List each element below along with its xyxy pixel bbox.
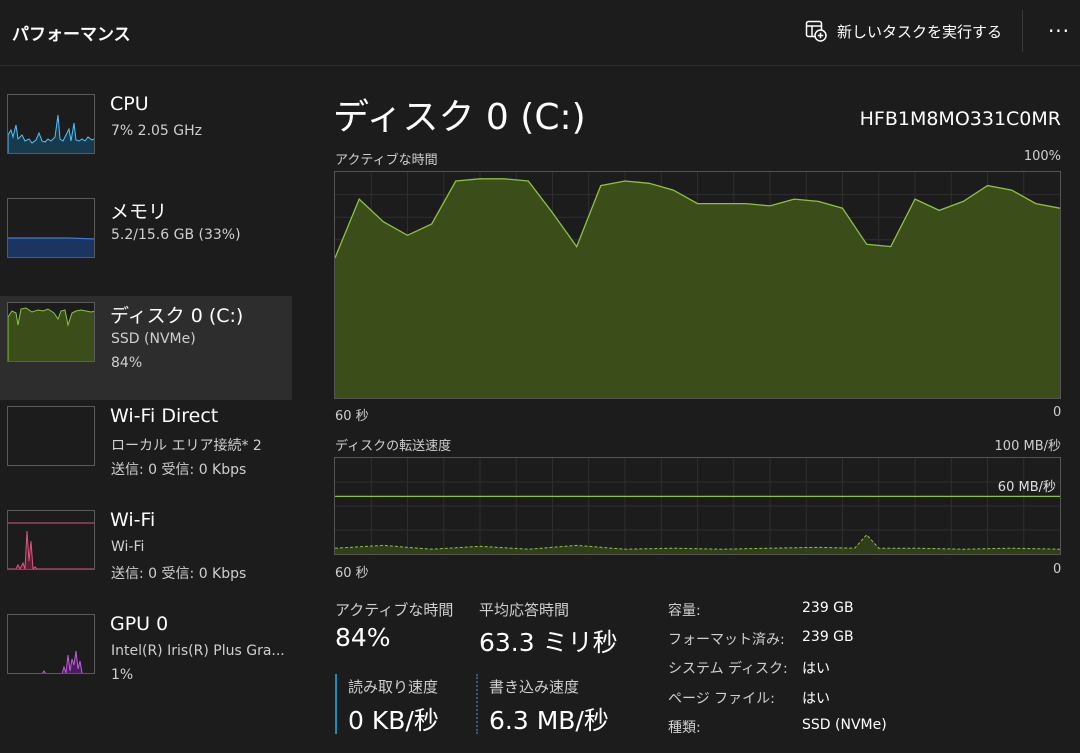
- active-time-stat-value: 84%: [335, 623, 391, 652]
- transfer-rate-chart-svg: [335, 458, 1060, 554]
- sidebar-item-disk[interactable]: ディスク 0 (C:) SSD (NVMe) 84%: [0, 296, 292, 400]
- avg-response-stat-label: 平均応答時間: [479, 601, 570, 619]
- transfer-rate-chart: [334, 457, 1061, 555]
- transfer-chart-label: ディスクの転送速度: [335, 439, 452, 454]
- active-time-area: [335, 178, 1060, 398]
- sidebar-item-cpu[interactable]: CPU 7% 2.05 GHz: [0, 88, 292, 192]
- sidebar-item-wifi-direct[interactable]: Wi-Fi Direct ローカル エリア接続* 2 送信: 0 受信: 0 K…: [0, 400, 292, 504]
- sidebar-item-memory[interactable]: メモリ 5.2/15.6 GB (33%): [0, 192, 292, 296]
- active-time-chart-svg: [335, 172, 1060, 398]
- sidebar-item-usage: 84%: [111, 355, 143, 371]
- read-speed-value: 0 KB/秒: [348, 706, 439, 735]
- disk-thumbnail-graph: [7, 302, 95, 362]
- system-disk-value: はい: [802, 661, 830, 677]
- sidebar-item-detail: Intel(R) Iris(R) Plus Gra...: [111, 643, 285, 659]
- read-speed-label: 読み取り速度: [348, 678, 439, 696]
- sidebar-item-wifi[interactable]: Wi-Fi Wi-Fi 送信: 0 受信: 0 Kbps: [0, 504, 292, 608]
- run-new-task-button[interactable]: 新しいタスクを実行する: [805, 16, 1002, 46]
- sidebar-item-name: Wi-Fi: [110, 509, 156, 531]
- type-label: 種類:: [668, 720, 701, 736]
- sidebar-item-name: Wi-Fi Direct: [110, 405, 219, 427]
- formatted-value: 239 GB: [802, 629, 854, 645]
- cpu-thumbnail-graph: [7, 94, 95, 154]
- disk-title: ディスク 0 (C:): [333, 97, 586, 138]
- page-file-value: はい: [802, 691, 830, 707]
- resource-sidebar: CPU 7% 2.05 GHz メモリ 5.2/15.6 GB (33%) ディ…: [0, 88, 292, 712]
- transfer-reference-label: 60 MB/秒: [997, 480, 1056, 495]
- active-time-max-label: 100%: [1023, 149, 1061, 164]
- page-file-label: ページ ファイル:: [668, 691, 775, 707]
- sidebar-item-detail: SSD (NVMe): [111, 331, 196, 347]
- ellipsis-icon: ···: [1047, 19, 1071, 43]
- active-time-chart: [334, 171, 1061, 399]
- page-title: パフォーマンス: [12, 25, 131, 45]
- wifi-thumbnail-graph: [7, 510, 95, 570]
- avg-response-stat-value: 63.3 ミリ秒: [479, 628, 618, 657]
- memory-thumbnail-graph: [7, 198, 95, 258]
- wifi-direct-thumbnail-graph: [7, 406, 95, 466]
- header-bar: パフォーマンス 新しいタスクを実行する ···: [0, 0, 1080, 66]
- sidebar-item-throughput: 送信: 0 受信: 0 Kbps: [111, 566, 247, 582]
- run-task-label: 新しいタスクを実行する: [837, 22, 1003, 41]
- sidebar-item-throughput: 送信: 0 受信: 0 Kbps: [111, 462, 247, 478]
- sidebar-item-name: メモリ: [110, 201, 168, 223]
- sidebar-item-detail: 5.2/15.6 GB (33%): [111, 227, 241, 243]
- system-disk-label: システム ディスク:: [668, 661, 788, 677]
- write-speed-value: 6.3 MB/秒: [489, 706, 609, 735]
- sidebar-item-detail: 7% 2.05 GHz: [111, 123, 203, 139]
- capacity-label: 容量:: [668, 603, 701, 619]
- type-value: SSD (NVMe): [802, 717, 887, 733]
- formatted-label: フォーマット済み:: [668, 632, 785, 648]
- more-options-button[interactable]: ···: [1044, 16, 1074, 46]
- active-time-x-left: 60 秒: [335, 409, 369, 424]
- sidebar-item-usage: 1%: [111, 667, 134, 683]
- gpu-thumbnail-graph: [7, 614, 95, 674]
- sidebar-item-name: ディスク 0 (C:): [110, 305, 244, 327]
- run-task-icon: [805, 20, 827, 42]
- sidebar-item-detail: Wi-Fi: [111, 539, 145, 555]
- transfer-x-left: 60 秒: [335, 566, 369, 581]
- sidebar-item-name: CPU: [110, 93, 149, 115]
- disk-model: HFB1M8MO331C0MR: [859, 108, 1061, 130]
- transfer-x-right: 0: [1053, 562, 1062, 577]
- header-divider: [1022, 10, 1023, 52]
- active-time-chart-label: アクティブな時間: [335, 153, 438, 168]
- capacity-value: 239 GB: [802, 600, 854, 616]
- transfer-max-label: 100 MB/秒: [994, 439, 1061, 454]
- task-manager-performance: パフォーマンス 新しいタスクを実行する ··· CPU 7% 2.05 GHz …: [0, 0, 1080, 753]
- write-speed-label: 書き込み速度: [489, 678, 580, 696]
- sidebar-item-detail: ローカル エリア接続* 2: [111, 438, 262, 454]
- write-speed-accent: [476, 674, 478, 734]
- active-time-x-right: 0: [1053, 405, 1062, 420]
- read-speed-accent: [335, 674, 337, 734]
- active-time-stat-label: アクティブな時間: [335, 601, 454, 619]
- sidebar-item-gpu[interactable]: GPU 0 Intel(R) Iris(R) Plus Gra... 1%: [0, 608, 292, 712]
- sidebar-item-name: GPU 0: [110, 613, 169, 635]
